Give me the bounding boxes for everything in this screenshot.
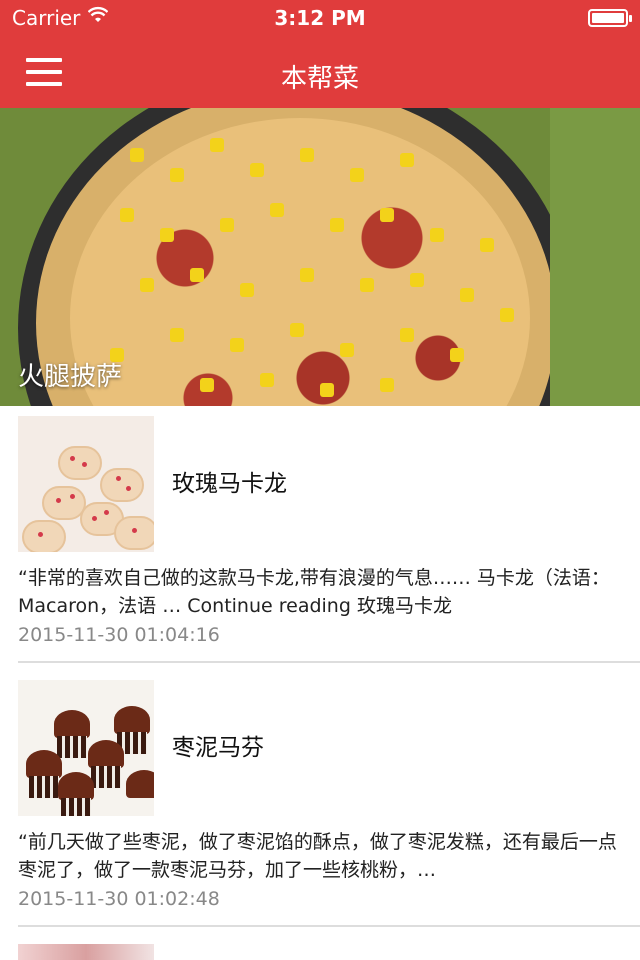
corn-kernel [160,228,174,242]
corn-kernel [400,328,414,342]
corn-kernel [300,268,314,282]
divider [18,661,640,663]
corn-kernel [240,283,254,297]
corn-kernel [270,203,284,217]
corn-kernel [170,168,184,182]
corn-kernel [500,308,514,322]
corn-kernel [380,378,394,392]
next-item-thumbnail[interactable] [18,944,154,960]
corn-kernel [320,383,334,397]
corn-kernel [350,168,364,182]
muffin-thumbnail [18,680,154,816]
list-item[interactable]: 枣泥马芬 “前几天做了些枣泥，做了枣泥馅的酥点，做了枣泥发糕，还有最后一点枣泥了… [0,670,640,934]
page-title: 本帮菜 [280,64,359,94]
article-title: 枣泥马芬 [172,735,264,761]
corn-kernel [430,228,444,242]
corn-kernel [210,138,224,152]
corn-kernel [480,238,494,252]
article-title: 玫瑰马卡龙 [172,471,287,497]
corn-kernel [330,218,344,232]
article-excerpt: “前几天做了些枣泥，做了枣泥馅的酥点，做了枣泥发糕，还有最后一点枣泥了，做了一款… [18,831,617,881]
corn-kernel [170,328,184,342]
battery-icon [588,9,632,27]
corn-kernel [230,338,244,352]
corn-kernel [300,148,314,162]
corn-kernel [460,288,474,302]
navigation-bar: 本帮菜 [0,40,640,108]
corn-kernel [410,273,424,287]
corn-kernel [360,278,374,292]
corn-kernel [130,148,144,162]
featured-banner[interactable]: 火腿披萨 [0,108,640,406]
article-list: 玫瑰马卡龙 “非常的喜欢自己做的这款马卡龙,带有浪漫的气息…… 马卡龙（法语：M… [0,406,640,934]
corn-kernel [260,373,274,387]
corn-kernel [220,218,234,232]
article-excerpt: “非常的喜欢自己做的这款马卡龙,带有浪漫的气息…… 马卡龙（法语：Macaron… [18,567,610,617]
article-date: 2015-11-30 01:04:16 [18,624,220,646]
status-bar: Carrier 3:12 PM [0,0,640,40]
corn-kernel [120,208,134,222]
status-time: 3:12 PM [274,6,366,30]
corn-kernel [190,268,204,282]
list-item[interactable]: 玫瑰马卡龙 “非常的喜欢自己做的这款马卡龙,带有浪漫的气息…… 马卡龙（法语：M… [0,406,640,670]
corn-kernel [400,153,414,167]
corn-kernel [200,378,214,392]
corn-kernel [140,278,154,292]
featured-caption: 火腿披萨 [18,362,123,392]
corn-kernel [250,163,264,177]
corn-kernel [450,348,464,362]
article-date: 2015-11-30 01:02:48 [18,888,220,910]
corn-kernel [380,208,394,222]
macaron-thumbnail [18,416,154,552]
corn-kernel [290,323,304,337]
divider [18,925,640,927]
corn-kernel [340,343,354,357]
